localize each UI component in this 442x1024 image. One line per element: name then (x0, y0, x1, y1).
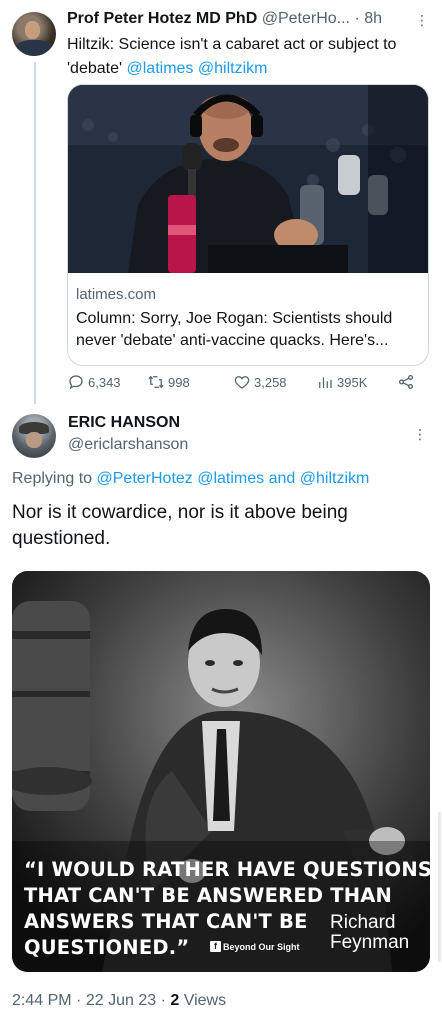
mention-link[interactable]: @hiltzikm (198, 60, 268, 77)
avatar-eric-hanson[interactable] (12, 414, 56, 458)
parent-tweet-text: Hiltzik: Science isn't a cabaret act or … (67, 33, 427, 81)
like-count: 3,258 (254, 374, 287, 390)
card-title: Column: Sorry, Joe Rogan: Scientists sho… (76, 310, 393, 349)
reply-count: 6,343 (88, 374, 121, 390)
watermark-text: Beyond Our Sight (223, 941, 300, 952)
article-thumbnail (68, 85, 428, 273)
views-icon (319, 377, 332, 388)
tweet-timestamp[interactable]: 8h (364, 10, 382, 27)
image-watermark: f Beyond Our Sight (210, 941, 300, 952)
image-quote-author: Richard Feynman (330, 913, 409, 953)
mention-link[interactable]: @hiltzikm (300, 470, 370, 487)
reply-button[interactable]: 6,343 (67, 370, 121, 394)
tweet-image[interactable]: “I WOULD RATHER HAVE QUESTIONS THAT CAN'… (12, 571, 430, 972)
views-button[interactable]: 395K (316, 370, 367, 394)
mention-link[interactable]: @latimes (127, 60, 194, 77)
author-handle[interactable]: @ericlarshanson (68, 436, 188, 454)
share-icon (398, 374, 414, 390)
card-domain: latimes.com (76, 286, 157, 303)
tweet-views-label: Views (183, 992, 227, 1009)
tweet-views-count: 2 (170, 992, 180, 1009)
separator-dot: · (160, 992, 166, 1009)
thread-connector-line (34, 62, 36, 404)
author-first-name: Richard (330, 912, 396, 933)
mention-link[interactable]: @latimes (197, 470, 264, 487)
retweet-icon (148, 375, 164, 389)
link-preview-card[interactable]: latimes.com Column: Sorry, Joe Rogan: Sc… (67, 84, 429, 366)
like-button[interactable]: 3,258 (233, 370, 287, 394)
more-options-icon[interactable]: ⋮ (412, 10, 432, 30)
separator-dot: · (354, 10, 360, 27)
author-name[interactable]: Prof Peter Hotez MD PhD (67, 10, 257, 27)
replying-prefix: Replying to (12, 470, 97, 487)
tweet-actions-bar: 6,343 998 3,258 395K (67, 370, 427, 394)
tweet-date[interactable]: 22 Jun 23 (86, 992, 156, 1009)
like-icon (234, 376, 250, 389)
more-options-icon[interactable]: ⋮ (410, 424, 430, 444)
mention-link[interactable]: @PeterHotez (97, 470, 193, 487)
author-handle[interactable]: @PeterHo... (262, 10, 350, 27)
tweet-time[interactable]: 2:44 PM (12, 992, 72, 1009)
separator-dot: · (76, 992, 82, 1009)
retweet-button[interactable]: 998 (147, 370, 190, 394)
tweet-meta: 2:44 PM · 22 Jun 23 · 2 Views (12, 992, 226, 1010)
main-tweet-text: Nor is it cowardice, nor is it above bei… (12, 502, 348, 549)
author-name[interactable]: ERIC HANSON (68, 414, 180, 432)
reply-icon (69, 375, 83, 390)
avatar-peter-hotez[interactable] (12, 12, 56, 56)
author-last-name: Feynman (330, 932, 410, 953)
replying-to-line: Replying to @PeterHotez @latimes and @hi… (12, 470, 369, 488)
parent-tweet-header: Prof Peter Hotez MD PhD @PeterHo... · 8h (67, 10, 427, 32)
scrollbar[interactable] (438, 812, 441, 962)
replying-and[interactable]: and (264, 470, 300, 487)
views-count: 395K (337, 374, 368, 390)
retweet-count: 998 (168, 374, 190, 390)
share-button[interactable] (397, 370, 418, 394)
facebook-icon: f (210, 941, 221, 952)
